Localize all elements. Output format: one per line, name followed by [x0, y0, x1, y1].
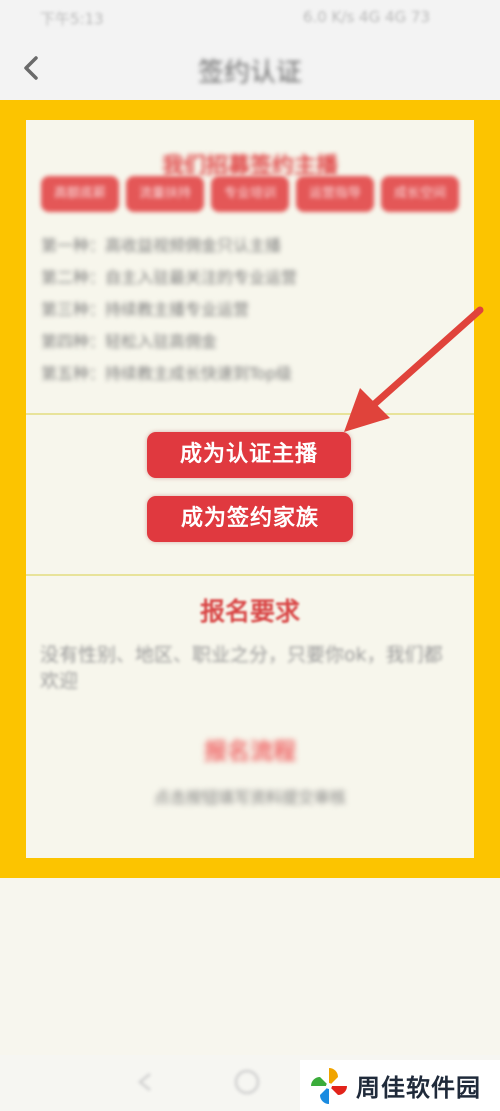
- benefit-tag: 流量扶持: [126, 176, 204, 212]
- watermark-text: 周佳软件园: [356, 1074, 481, 1102]
- benefit-tag: 高额底薪: [41, 176, 119, 212]
- status-indicators: 6.0 K/s 4G 4G 73: [302, 8, 430, 26]
- nav-back-icon[interactable]: [132, 1069, 158, 1095]
- process-text: 点击按钮填写资料提交审核: [153, 788, 346, 807]
- promo-card: 我们招募签约主播 高额底薪 流量扶持 专业培训 运营指导 成长空间 第一种：高收…: [26, 120, 474, 858]
- status-bar: 下午5:13 6.0 K/s 4G 4G 73: [0, 0, 500, 36]
- requirements-text: 没有性别、地区、职业之分，只要你ok，我们都欢迎: [40, 644, 443, 692]
- become-signed-family-button[interactable]: 成为签约家族: [147, 496, 353, 542]
- benefit-tag: 专业培训: [211, 176, 289, 212]
- tag-row: 高额底薪 流量扶持 专业培训 运营指导 成长空间: [41, 176, 459, 212]
- divider: [26, 574, 474, 576]
- page-title: 签约认证: [197, 58, 302, 88]
- rule-item: 第二种：自主入驻最关注的专业运营: [41, 268, 298, 287]
- rule-item: 第一种：高收益视频佣金只认主播: [41, 236, 282, 255]
- nav-home-icon[interactable]: [232, 1067, 262, 1097]
- benefit-tag: 成长空间: [381, 176, 459, 212]
- annotation-arrow-icon: [344, 306, 484, 432]
- benefit-tag: 运营指导: [296, 176, 374, 212]
- become-certified-anchor-button[interactable]: 成为认证主播: [147, 432, 351, 478]
- status-time: 下午5:13: [40, 10, 104, 28]
- promo-frame: 我们招募签约主播 高额底薪 流量扶持 专业培训 运营指导 成长空间 第一种：高收…: [0, 100, 500, 878]
- requirements-title: 报名要求: [199, 597, 300, 626]
- header-bar: 签约认证: [0, 36, 500, 100]
- pinwheel-logo-icon: [311, 1068, 347, 1104]
- watermark: 周佳软件园: [300, 1060, 500, 1111]
- process-title: 报名流程: [204, 739, 296, 765]
